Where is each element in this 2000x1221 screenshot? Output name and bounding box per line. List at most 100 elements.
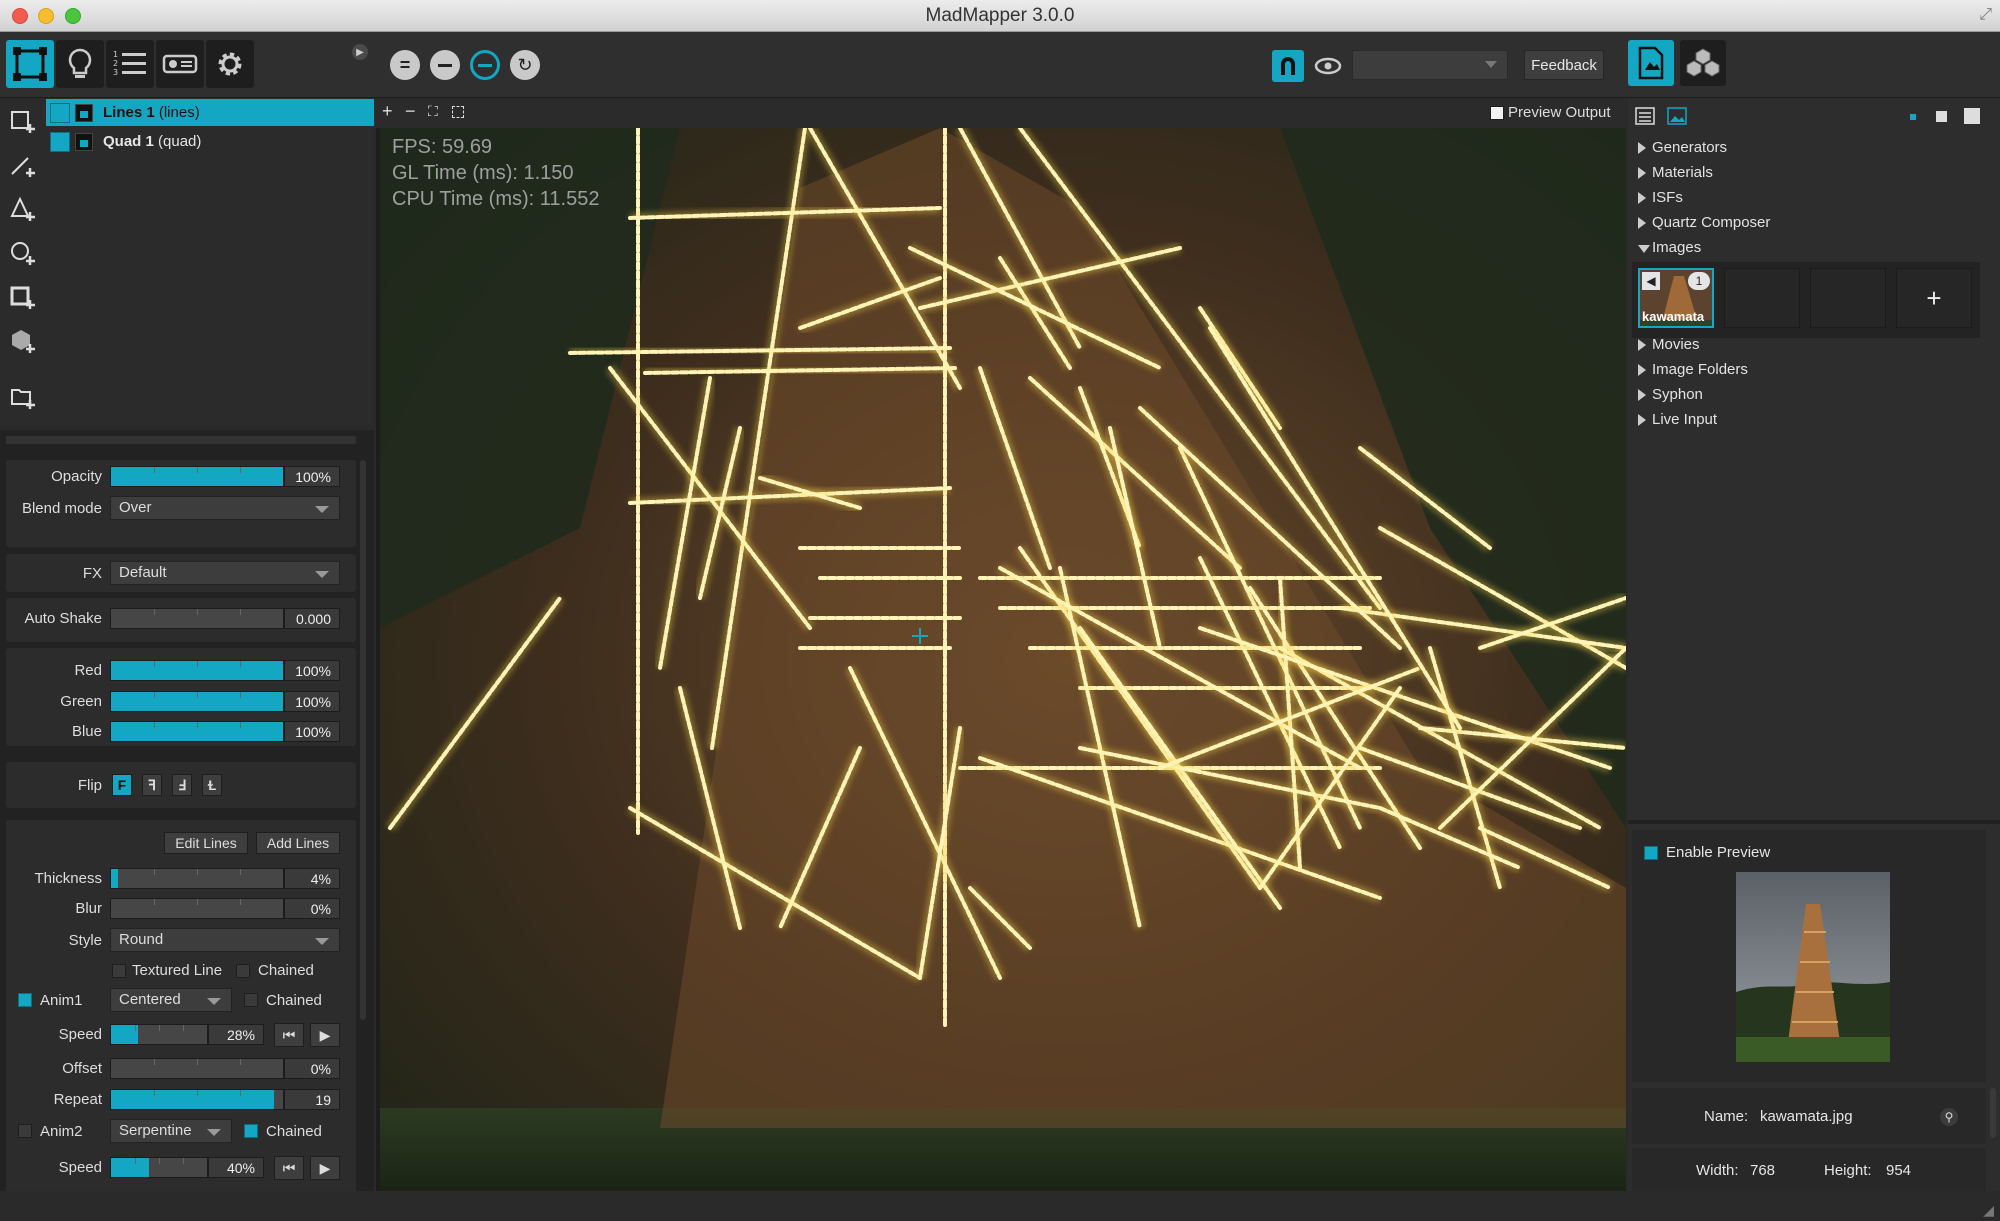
minus-circle-button[interactable]	[470, 50, 500, 80]
expand-arrow-icon[interactable]	[1638, 167, 1646, 179]
library-item-image-folders[interactable]: Image Folders	[1652, 361, 1748, 378]
green-value[interactable]: 100%	[284, 691, 340, 712]
library-item-generators[interactable]: Generators	[1652, 139, 1727, 156]
enable-preview-checkbox[interactable]	[1644, 846, 1658, 860]
library-item-syphon[interactable]: Syphon	[1652, 386, 1703, 403]
thickness-value[interactable]: 4%	[284, 868, 340, 889]
feedback-button[interactable]: Feedback	[1524, 50, 1604, 80]
offset-slider[interactable]	[110, 1058, 284, 1079]
small-thumb-size-icon[interactable]	[1910, 114, 1916, 120]
library-item-isfs[interactable]: ISFs	[1652, 189, 1683, 206]
panel-divider[interactable]	[1628, 820, 2000, 824]
anim1-chained-checkbox[interactable]	[244, 993, 258, 1007]
auto-shake-slider[interactable]	[110, 608, 284, 629]
expand-arrow-icon[interactable]	[1638, 389, 1646, 401]
medium-thumb-size-icon[interactable]	[1936, 111, 1947, 122]
image-thumbnail-kawamata[interactable]: ◀ 1 kawamata	[1638, 268, 1714, 328]
equal-button[interactable]: =	[390, 50, 420, 80]
blur-slider[interactable]	[110, 898, 284, 919]
mapping-scene[interactable]	[380, 128, 1626, 1191]
flip-vertical-button[interactable]: Ⅎ	[172, 774, 192, 796]
mapping-preview[interactable]: FPS: 59.69 GL Time (ms): 1.150 CPU Time …	[380, 128, 1626, 1191]
edit-lines-button[interactable]: Edit Lines	[164, 832, 248, 854]
flip-horizontal-button[interactable]: ꟻ	[142, 774, 162, 796]
auto-shake-value[interactable]: 0.000	[284, 608, 340, 629]
library-item-movies[interactable]: Movies	[1652, 336, 1700, 353]
blend-mode-select[interactable]: Over	[110, 496, 340, 520]
flip-both-button[interactable]: Ɫ	[202, 774, 222, 796]
thickness-slider[interactable]	[110, 868, 284, 889]
cue-list-button[interactable]: 123	[106, 40, 154, 88]
fit-view-icon[interactable]: ⛶	[428, 103, 438, 120]
layer-item[interactable]: Lines 1 (lines)	[46, 99, 374, 126]
snap-toggle-button[interactable]	[1272, 50, 1304, 82]
expand-arrow-icon[interactable]	[1638, 142, 1646, 154]
output-setup-button[interactable]	[156, 40, 204, 88]
layer-visibility-checkbox[interactable]	[50, 131, 70, 152]
zoom-in-icon[interactable]: +	[382, 101, 393, 122]
resize-grip-icon[interactable]: ◢	[1983, 1202, 1994, 1219]
select-region-icon[interactable]	[452, 106, 464, 118]
media-library-button[interactable]	[1628, 40, 1674, 86]
zoom-out-icon[interactable]: −	[405, 101, 416, 122]
layer-visibility-checkbox[interactable]	[50, 102, 70, 123]
anim1-checkbox[interactable]	[18, 993, 32, 1007]
output-select[interactable]	[1352, 50, 1508, 80]
green-slider[interactable]	[110, 691, 284, 712]
speed1-value[interactable]: 28%	[208, 1024, 264, 1045]
library-item-live-input[interactable]: Live Input	[1652, 411, 1717, 428]
add-quad-tool[interactable]	[10, 108, 36, 134]
speed2-slider[interactable]	[110, 1157, 208, 1178]
repeat-value[interactable]: 19	[284, 1089, 340, 1110]
chained-checkbox[interactable]	[236, 964, 250, 978]
preferences-button[interactable]	[206, 40, 254, 88]
add-mask-tool[interactable]	[10, 284, 36, 310]
anim1-mode-select[interactable]: Centered	[110, 988, 232, 1012]
empty-image-slot[interactable]	[1724, 268, 1800, 328]
red-value[interactable]: 100%	[284, 660, 340, 681]
expand-arrow-icon[interactable]	[1638, 192, 1646, 204]
expand-arrow-icon[interactable]	[1638, 364, 1646, 376]
layer-item[interactable]: Quad 1 (quad)	[46, 128, 374, 155]
empty-image-slot[interactable]	[1810, 268, 1886, 328]
anim2-mode-select[interactable]: Serpentine	[110, 1119, 232, 1143]
fullscreen-icon[interactable]: ⤢	[1979, 6, 1992, 24]
expand-arrow-icon[interactable]	[1638, 414, 1646, 426]
library-item-quartz-composer[interactable]: Quartz Composer	[1652, 214, 1770, 231]
speed2-value[interactable]: 40%	[208, 1157, 264, 1178]
anim2-chained-checkbox[interactable]	[244, 1124, 258, 1138]
add-group-tool[interactable]	[10, 384, 36, 410]
blue-value[interactable]: 100%	[284, 721, 340, 742]
modules-button[interactable]	[1680, 40, 1726, 86]
blur-value[interactable]: 0%	[284, 898, 340, 919]
anim2-checkbox[interactable]	[18, 1124, 32, 1138]
offset-value[interactable]: 0%	[284, 1058, 340, 1079]
opacity-value[interactable]: 100%	[284, 466, 340, 487]
style-select[interactable]: Round	[110, 928, 340, 952]
library-item-images[interactable]: Images	[1652, 239, 1701, 256]
speed1-reset-button[interactable]: ⏮	[274, 1023, 304, 1047]
lighting-mode-button[interactable]	[56, 40, 104, 88]
list-view-icon[interactable]	[1634, 106, 1656, 126]
search-icon[interactable]: ⚲	[1940, 1108, 1958, 1126]
properties-scrollbar[interactable]	[360, 460, 366, 1020]
add-line-tool[interactable]	[10, 152, 36, 178]
collapse-arrow-icon[interactable]	[1638, 245, 1650, 253]
lock-icon[interactable]	[75, 132, 93, 151]
flip-none-button[interactable]: F	[112, 774, 132, 796]
blue-slider[interactable]	[110, 721, 284, 742]
add-image-button[interactable]: +	[1896, 268, 1972, 328]
rotate-button[interactable]: ↻	[510, 50, 540, 80]
surfaces-mode-button[interactable]	[6, 40, 54, 88]
add-3d-object-tool[interactable]	[10, 328, 36, 354]
speed1-slider[interactable]	[110, 1024, 208, 1045]
back-arrow-icon[interactable]: ◀	[1642, 272, 1660, 290]
large-thumb-size-icon[interactable]	[1964, 108, 1980, 124]
add-circle-tool[interactable]	[10, 240, 36, 266]
library-item-materials[interactable]: Materials	[1652, 164, 1713, 181]
minus-button[interactable]	[430, 50, 460, 80]
add-lines-button[interactable]: Add Lines	[256, 832, 340, 854]
expand-arrow-icon[interactable]	[1638, 339, 1646, 351]
add-triangle-tool[interactable]	[10, 196, 36, 222]
preview-scrollbar[interactable]	[1990, 1088, 1996, 1138]
